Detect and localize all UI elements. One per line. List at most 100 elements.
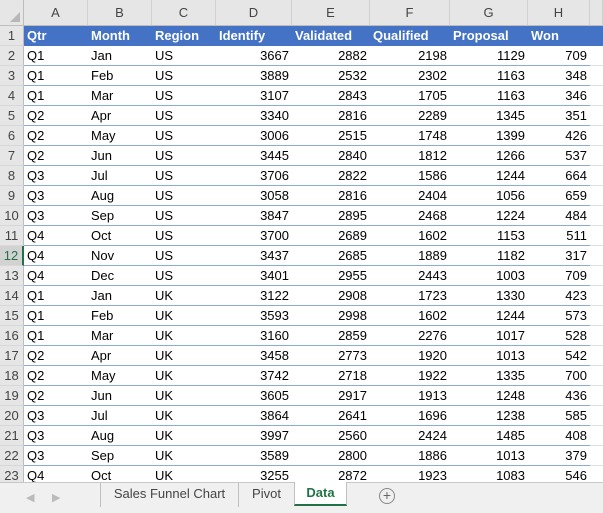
cell-e20[interactable]: 2641	[292, 406, 370, 426]
cell-f20[interactable]: 1696	[370, 406, 450, 426]
cell-b16[interactable]: Mar	[88, 326, 152, 346]
column-header-a[interactable]: A	[24, 0, 88, 26]
cell-extra[interactable]	[590, 406, 603, 426]
cell-g21[interactable]: 1485	[450, 426, 528, 446]
cell-e16[interactable]: 2859	[292, 326, 370, 346]
cell-c12[interactable]: US	[152, 246, 216, 266]
scroll-right-icon[interactable]: ▶	[52, 491, 60, 504]
cell-e7[interactable]: 2840	[292, 146, 370, 166]
cell-extra[interactable]	[590, 346, 603, 366]
cell-f4[interactable]: 1705	[370, 86, 450, 106]
cell-d12[interactable]: 3437	[216, 246, 292, 266]
row-header[interactable]: 15	[0, 306, 24, 326]
cell-f9[interactable]: 2404	[370, 186, 450, 206]
cell-b23[interactable]: Oct	[88, 466, 152, 482]
cell-h21[interactable]: 408	[528, 426, 590, 446]
cell-a3[interactable]: Q1	[24, 66, 88, 86]
cell-b20[interactable]: Jul	[88, 406, 152, 426]
cell-g14[interactable]: 1330	[450, 286, 528, 306]
cell-a17[interactable]: Q2	[24, 346, 88, 366]
cell-d14[interactable]: 3122	[216, 286, 292, 306]
cell-extra[interactable]	[590, 206, 603, 226]
column-header-d[interactable]: D	[216, 0, 292, 26]
cell-h3[interactable]: 348	[528, 66, 590, 86]
cell-h17[interactable]: 542	[528, 346, 590, 366]
cell-e2[interactable]: 2882	[292, 46, 370, 66]
cell-c11[interactable]: US	[152, 226, 216, 246]
cell-g18[interactable]: 1335	[450, 366, 528, 386]
cell-a10[interactable]: Q3	[24, 206, 88, 226]
cell-f2[interactable]: 2198	[370, 46, 450, 66]
cell-g12[interactable]: 1182	[450, 246, 528, 266]
cell-e22[interactable]: 2800	[292, 446, 370, 466]
cell-c13[interactable]: US	[152, 266, 216, 286]
cell-f5[interactable]: 2289	[370, 106, 450, 126]
cell-c19[interactable]: UK	[152, 386, 216, 406]
cell-extra[interactable]	[590, 166, 603, 186]
cell-h9[interactable]: 659	[528, 186, 590, 206]
row-header[interactable]: 10	[0, 206, 24, 226]
cell-a8[interactable]: Q3	[24, 166, 88, 186]
cell-a13[interactable]: Q4	[24, 266, 88, 286]
cell-d3[interactable]: 3889	[216, 66, 292, 86]
cell-e14[interactable]: 2908	[292, 286, 370, 306]
cell-b19[interactable]: Jun	[88, 386, 152, 406]
row-header[interactable]: 23	[0, 466, 24, 482]
cell-e19[interactable]: 2917	[292, 386, 370, 406]
cell-e1[interactable]: Validated	[292, 26, 370, 46]
cell-a6[interactable]: Q2	[24, 126, 88, 146]
row-header[interactable]: 16	[0, 326, 24, 346]
row-header[interactable]: 22	[0, 446, 24, 466]
column-header-c[interactable]: C	[152, 0, 216, 26]
cell-h15[interactable]: 573	[528, 306, 590, 326]
cell-extra[interactable]	[590, 306, 603, 326]
cell-b6[interactable]: May	[88, 126, 152, 146]
row-header[interactable]: 13	[0, 266, 24, 286]
cell-g19[interactable]: 1248	[450, 386, 528, 406]
cell-h23[interactable]: 546	[528, 466, 590, 482]
cell-g8[interactable]: 1244	[450, 166, 528, 186]
select-all-corner[interactable]	[0, 0, 24, 26]
cell-f1[interactable]: Qualified	[370, 26, 450, 46]
row-header[interactable]: 12	[0, 246, 24, 266]
cell-g11[interactable]: 1153	[450, 226, 528, 246]
column-header-h[interactable]: H	[528, 0, 590, 26]
column-header-extra[interactable]	[590, 0, 603, 26]
cell-f12[interactable]: 1889	[370, 246, 450, 266]
cell-e10[interactable]: 2895	[292, 206, 370, 226]
add-sheet-icon[interactable]: +	[379, 488, 395, 504]
cell-extra[interactable]	[590, 266, 603, 286]
row-header[interactable]: 9	[0, 186, 24, 206]
cell-c6[interactable]: US	[152, 126, 216, 146]
cell-d17[interactable]: 3458	[216, 346, 292, 366]
cell-f11[interactable]: 1602	[370, 226, 450, 246]
cell-c20[interactable]: UK	[152, 406, 216, 426]
cell-c5[interactable]: US	[152, 106, 216, 126]
row-header[interactable]: 14	[0, 286, 24, 306]
tab-sales-funnel-chart[interactable]: Sales Funnel Chart	[100, 483, 238, 507]
cell-a21[interactable]: Q3	[24, 426, 88, 446]
row-header[interactable]: 4	[0, 86, 24, 106]
cell-a23[interactable]: Q4	[24, 466, 88, 482]
cell-f17[interactable]: 1920	[370, 346, 450, 366]
cell-h11[interactable]: 511	[528, 226, 590, 246]
cell-h5[interactable]: 351	[528, 106, 590, 126]
cell-extra[interactable]	[590, 106, 603, 126]
cell-f16[interactable]: 2276	[370, 326, 450, 346]
cell-f3[interactable]: 2302	[370, 66, 450, 86]
cell-h7[interactable]: 537	[528, 146, 590, 166]
cell-a2[interactable]: Q1	[24, 46, 88, 66]
cell-a14[interactable]: Q1	[24, 286, 88, 306]
cell-e18[interactable]: 2718	[292, 366, 370, 386]
cell-c4[interactable]: US	[152, 86, 216, 106]
column-header-f[interactable]: F	[370, 0, 450, 26]
cell-extra[interactable]	[590, 66, 603, 86]
cell-g23[interactable]: 1083	[450, 466, 528, 482]
cell-c7[interactable]: US	[152, 146, 216, 166]
cell-b18[interactable]: May	[88, 366, 152, 386]
column-header-g[interactable]: G	[450, 0, 528, 26]
row-header[interactable]: 17	[0, 346, 24, 366]
cell-c18[interactable]: UK	[152, 366, 216, 386]
cell-b8[interactable]: Jul	[88, 166, 152, 186]
cell-b1[interactable]: Month	[88, 26, 152, 46]
